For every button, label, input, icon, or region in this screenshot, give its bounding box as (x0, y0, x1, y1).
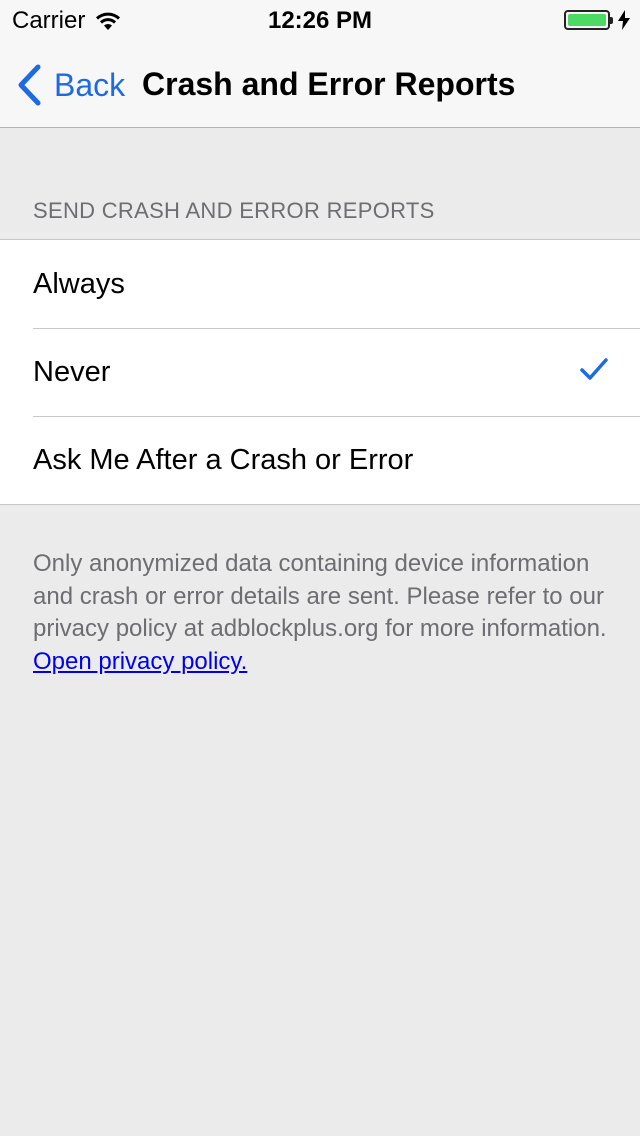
battery-indicator (564, 10, 630, 30)
battery-level (568, 14, 606, 26)
back-label: Back (54, 66, 126, 103)
option-always[interactable]: Always (0, 240, 640, 328)
option-label: Never (33, 355, 111, 388)
report-options-list: Always Never Ask Me After a Crash or Err… (0, 239, 640, 505)
privacy-footer-note: Only anonymized data containing device i… (33, 548, 613, 678)
page-title: Crash and Error Reports (142, 66, 516, 102)
checkmark-icon (580, 358, 608, 380)
charging-bolt-icon (618, 10, 630, 30)
option-label: Ask Me After a Crash or Error (33, 443, 414, 476)
status-time: 12:26 PM (267, 7, 373, 34)
option-ask-me[interactable]: Ask Me After a Crash or Error (0, 416, 640, 504)
battery-icon (564, 10, 613, 30)
chevron-left-icon (18, 64, 41, 106)
option-label: Always (33, 267, 125, 300)
privacy-note-text: Only anonymized data containing device i… (33, 550, 607, 642)
navigation-bar: Back Crash and Error Reports (0, 40, 640, 128)
option-never[interactable]: Never (0, 328, 640, 416)
back-button[interactable]: Back (16, 64, 125, 106)
status-bar: Carrier 12:26 PM (0, 0, 640, 40)
section-header: SEND CRASH AND ERROR REPORTS (33, 198, 435, 223)
privacy-policy-link[interactable]: Open privacy policy. (33, 648, 247, 675)
